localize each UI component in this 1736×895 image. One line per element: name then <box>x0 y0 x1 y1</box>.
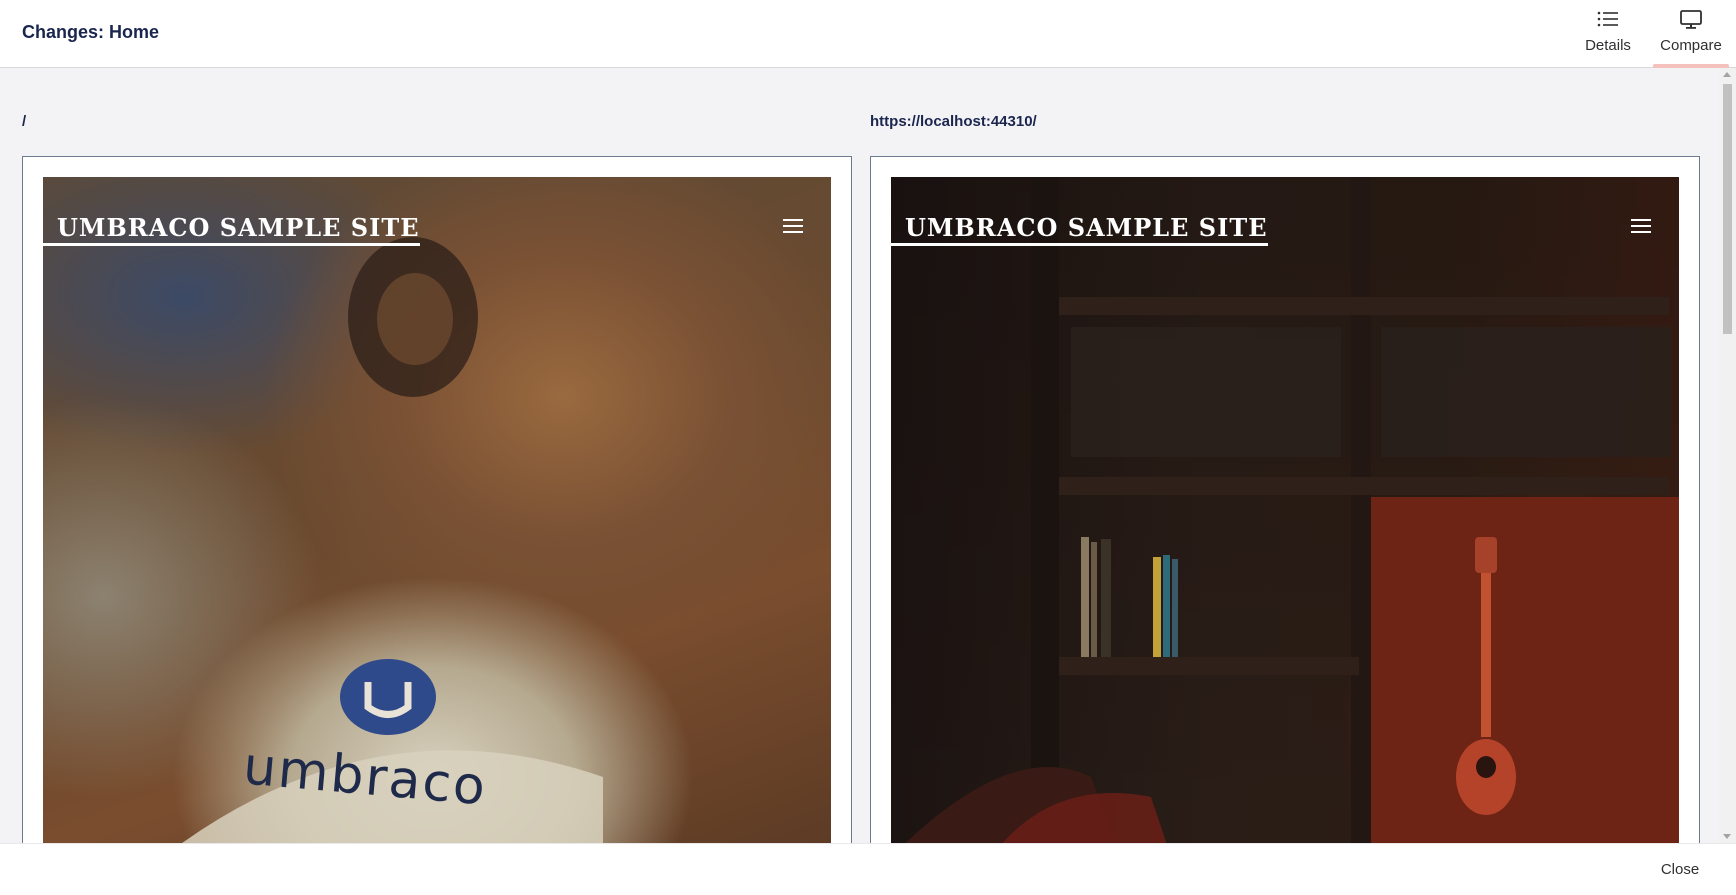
list-icon <box>1597 10 1619 32</box>
hero-image-bookshelf <box>905 177 1679 843</box>
tab-details[interactable]: Details <box>1571 0 1645 68</box>
tab-compare-label: Compare <box>1660 37 1722 54</box>
modal-header: Changes: Home Details Compare <box>0 0 1736 68</box>
compare-view[interactable]: / https://localhost:44310/ umbraco UMBRA… <box>0 68 1736 843</box>
close-button[interactable]: Close <box>1650 858 1710 882</box>
monitor-icon <box>1680 10 1702 34</box>
vertical-scrollbar[interactable] <box>1719 68 1736 843</box>
right-url-label: https://localhost:44310/ <box>870 113 1037 130</box>
site-title: UMBRACO SAMPLE SITE <box>905 213 1268 242</box>
menu-icon[interactable] <box>783 219 803 233</box>
right-preview-frame: UMBRACO SAMPLE SITE <box>870 156 1700 843</box>
scroll-down-arrow-icon[interactable] <box>1723 834 1731 839</box>
scrollbar-thumb[interactable] <box>1723 84 1732 334</box>
modal-footer: Close <box>0 843 1736 895</box>
tab-compare[interactable]: Compare <box>1653 0 1729 68</box>
left-site-preview: umbraco UMBRACO SAMPLE SITE <box>43 177 831 843</box>
menu-icon[interactable] <box>1631 219 1651 233</box>
hero-image-balloons <box>182 237 603 843</box>
site-title-link[interactable]: UMBRACO SAMPLE SITE <box>43 213 420 246</box>
left-preview-frame: umbraco UMBRACO SAMPLE SITE <box>22 156 852 843</box>
left-url-label: / <box>22 113 27 130</box>
site-title-link[interactable]: UMBRACO SAMPLE SITE <box>891 213 1268 246</box>
scroll-up-arrow-icon[interactable] <box>1723 72 1731 77</box>
site-title: UMBRACO SAMPLE SITE <box>57 213 420 242</box>
tab-details-label: Details <box>1585 37 1631 54</box>
right-site-preview: UMBRACO SAMPLE SITE <box>891 177 1679 843</box>
page-title: Changes: Home <box>22 22 160 42</box>
